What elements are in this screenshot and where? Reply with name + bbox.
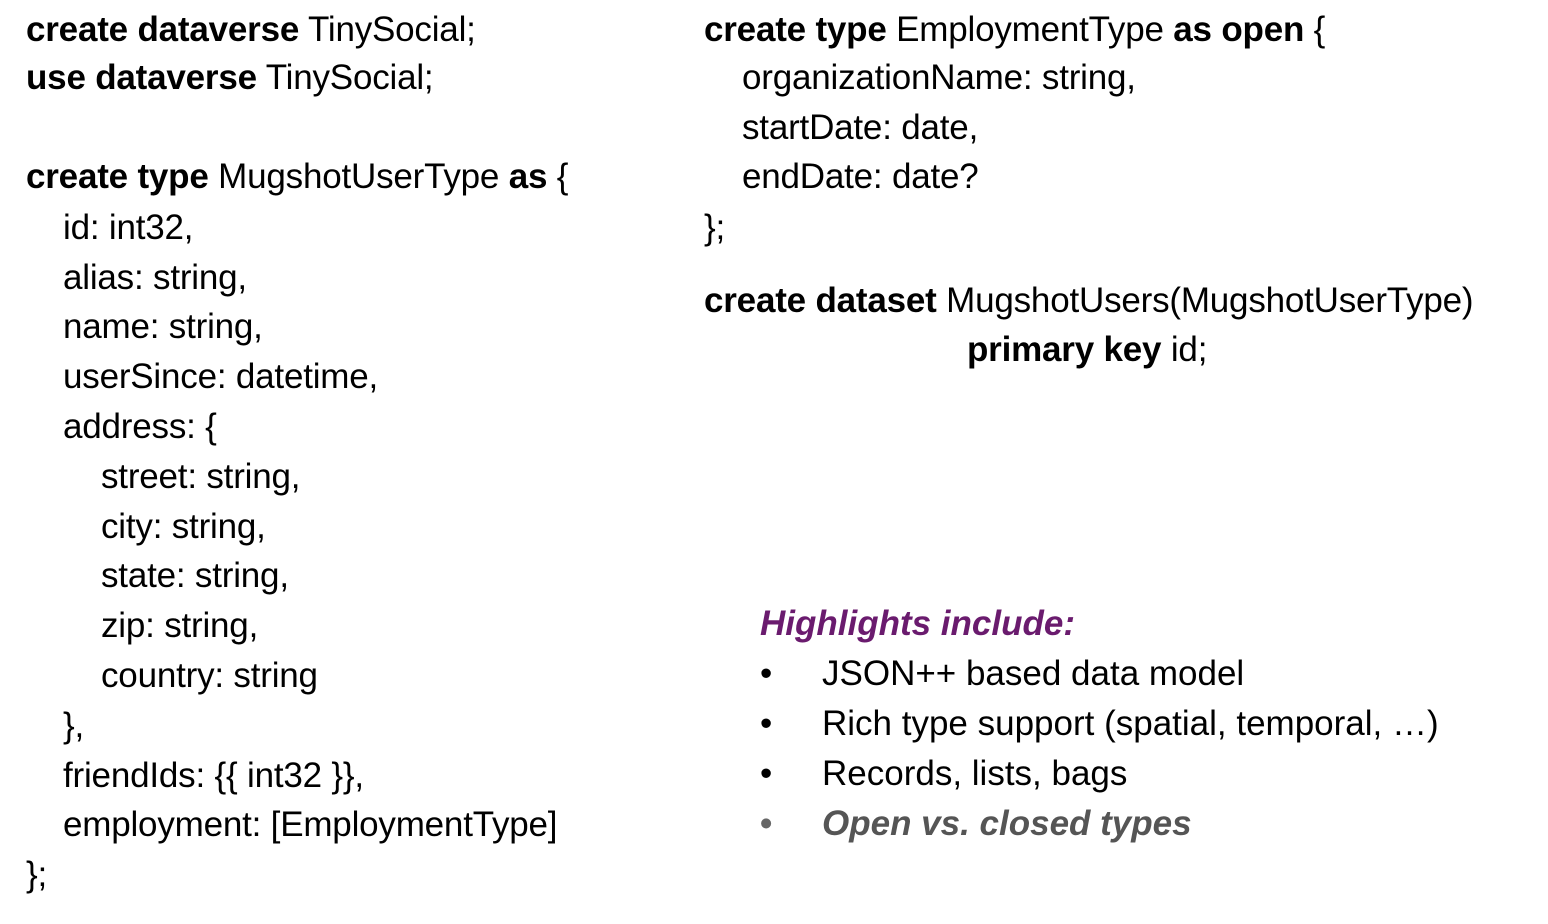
keyword: primary key bbox=[967, 330, 1162, 369]
code-line-field-city: city: string, bbox=[101, 507, 266, 546]
keyword: create type bbox=[704, 10, 887, 49]
code-line-create-dataverse: create dataverse TinySocial; bbox=[26, 10, 476, 50]
code-text: EmploymentType bbox=[886, 10, 1174, 49]
keyword: use dataverse bbox=[26, 58, 257, 97]
code-line-field-state: state: string, bbox=[101, 556, 289, 595]
code-text: id; bbox=[1161, 330, 1208, 369]
code-text: TinySocial; bbox=[256, 58, 434, 97]
keyword: as bbox=[508, 157, 548, 196]
code-line-field-country: country: string bbox=[101, 656, 318, 695]
code-line-field-zip: zip: string, bbox=[101, 606, 259, 645]
bullet-icon: • bbox=[760, 704, 773, 743]
code-line-field-usersince: userSince: datetime, bbox=[63, 357, 379, 396]
code-text: TinySocial; bbox=[299, 10, 476, 49]
code-line-field-startdate: startDate: date, bbox=[742, 108, 979, 147]
code-line-field-address: address: { bbox=[63, 407, 217, 446]
code-line-create-type-mugshot: create type MugshotUserType as { bbox=[26, 157, 568, 197]
keyword: create type bbox=[26, 157, 209, 196]
code-line-field-friendids: friendIds: {{ int32 }}, bbox=[63, 756, 364, 795]
bullet-icon: • bbox=[760, 754, 773, 793]
code-text: { bbox=[1304, 10, 1326, 49]
keyword: as open bbox=[1173, 10, 1305, 49]
code-line-use-dataverse: use dataverse TinySocial; bbox=[26, 58, 434, 98]
highlight-item: • Open vs. closed types bbox=[760, 804, 1192, 924]
highlight-item-text: JSON++ based data model bbox=[822, 654, 1245, 693]
keyword: create dataverse bbox=[26, 10, 300, 49]
code-line-create-type-employment: create type EmploymentType as open { bbox=[704, 10, 1325, 50]
code-text: { bbox=[547, 157, 569, 196]
bullet-icon: • bbox=[760, 804, 773, 843]
highlight-item-text: Records, lists, bags bbox=[822, 754, 1128, 793]
code-line-primary-key: primary key id; bbox=[967, 330, 1207, 370]
code-line-employment-close: }; bbox=[704, 208, 726, 247]
code-line-address-close: }, bbox=[63, 706, 85, 745]
code-line-field-name: name: string, bbox=[63, 307, 263, 346]
code-line-field-enddate: endDate: date? bbox=[742, 157, 979, 196]
code-text: MugshotUsers(MugshotUserType) bbox=[936, 281, 1474, 320]
code-line-field-alias: alias: string, bbox=[63, 258, 247, 297]
highlight-item-text: Rich type support (spatial, temporal, …) bbox=[822, 704, 1439, 743]
code-line-field-employment: employment: [EmploymentType] bbox=[63, 805, 558, 844]
code-line-field-street: street: string, bbox=[101, 457, 301, 496]
code-text: MugshotUserType bbox=[208, 157, 509, 196]
highlight-item-text: Open vs. closed types bbox=[822, 804, 1192, 843]
highlights-title: Highlights include: bbox=[760, 604, 1075, 643]
bullet-icon: • bbox=[760, 654, 773, 693]
code-line-field-organizationname: organizationName: string, bbox=[742, 58, 1136, 97]
keyword: create dataset bbox=[704, 281, 937, 320]
code-line-create-dataset: create dataset MugshotUsers(MugshotUserT… bbox=[704, 281, 1474, 321]
code-line-field-id: id: int32, bbox=[63, 208, 194, 247]
code-line-type-close: }; bbox=[26, 855, 48, 894]
